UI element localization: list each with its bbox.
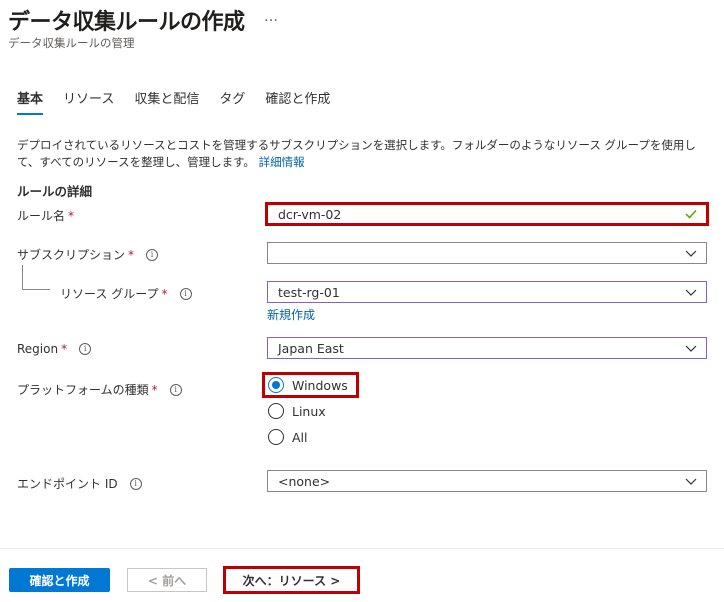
subscription-info-icon[interactable]: i (146, 248, 159, 261)
description-text: デプロイされているリソースとコストを管理するサブスクリプションを選択します。フォ… (17, 138, 696, 169)
tab-review-create[interactable]: 確認と作成 (265, 88, 330, 115)
tree-connector-horizontal (22, 289, 50, 290)
section-title: ルールの詳細 (17, 184, 93, 199)
resource-group-select[interactable]: test-rg-01 (267, 281, 707, 303)
endpoint-info-icon[interactable]: i (129, 477, 142, 490)
platform-option-all[interactable]: All (268, 429, 308, 445)
chevron-down-icon (680, 281, 702, 303)
wizard-tabs: 基本 リソース 収集と配信 タグ 確認と作成 (17, 88, 350, 115)
footer-divider (0, 548, 724, 549)
page-subtitle: データ収集ルールの管理 (8, 36, 135, 50)
platform-option-windows[interactable]: Windows (268, 377, 348, 393)
page-title: データ収集ルールの作成 (8, 10, 245, 35)
endpoint-select[interactable]: <none> (267, 470, 707, 492)
rule-name-input[interactable]: dcr-vm-02 (265, 202, 709, 226)
description: デプロイされているリソースとコストを管理するサブスクリプションを選択します。フォ… (17, 137, 717, 171)
subscription-label: サブスクリプション * i (17, 246, 159, 263)
region-select[interactable]: Japan East (267, 337, 707, 359)
learn-more-link[interactable]: 詳細情報 (259, 155, 305, 169)
tab-tags[interactable]: タグ (219, 88, 245, 115)
previous-button[interactable]: < 前へ (127, 568, 207, 592)
platform-option-linux[interactable]: Linux (268, 403, 326, 419)
region-label: Region * i (17, 342, 92, 356)
region-info-icon[interactable]: i (79, 343, 92, 355)
radio-icon[interactable] (268, 429, 284, 445)
chevron-down-icon (680, 337, 702, 359)
radio-selected-icon[interactable] (268, 377, 284, 393)
tree-connector-vertical (22, 265, 23, 290)
create-new-link[interactable]: 新規作成 (267, 306, 315, 323)
resource-group-label: リソース グループ * i (60, 285, 192, 302)
valid-check-icon (680, 209, 702, 219)
endpoint-label: エンドポイント ID i (17, 475, 142, 492)
platform-label: プラットフォームの種類 * i (17, 381, 182, 398)
rule-name-label: ルール名 * (17, 208, 75, 224)
tab-collect-deliver[interactable]: 収集と配信 (134, 88, 199, 115)
platform-info-icon[interactable]: i (169, 383, 182, 396)
subscription-select[interactable] (267, 242, 707, 264)
chevron-down-icon (680, 242, 702, 264)
review-create-button[interactable]: 確認と作成 (9, 568, 110, 592)
chevron-down-icon (680, 470, 702, 492)
tab-resources[interactable]: リソース (63, 88, 114, 115)
resource-group-info-icon[interactable]: i (179, 287, 192, 300)
more-options-button[interactable]: … (264, 9, 278, 25)
tab-basics[interactable]: 基本 (17, 88, 44, 115)
next-resources-button[interactable]: 次へ：リソース > (223, 566, 360, 594)
radio-icon[interactable] (268, 403, 284, 419)
